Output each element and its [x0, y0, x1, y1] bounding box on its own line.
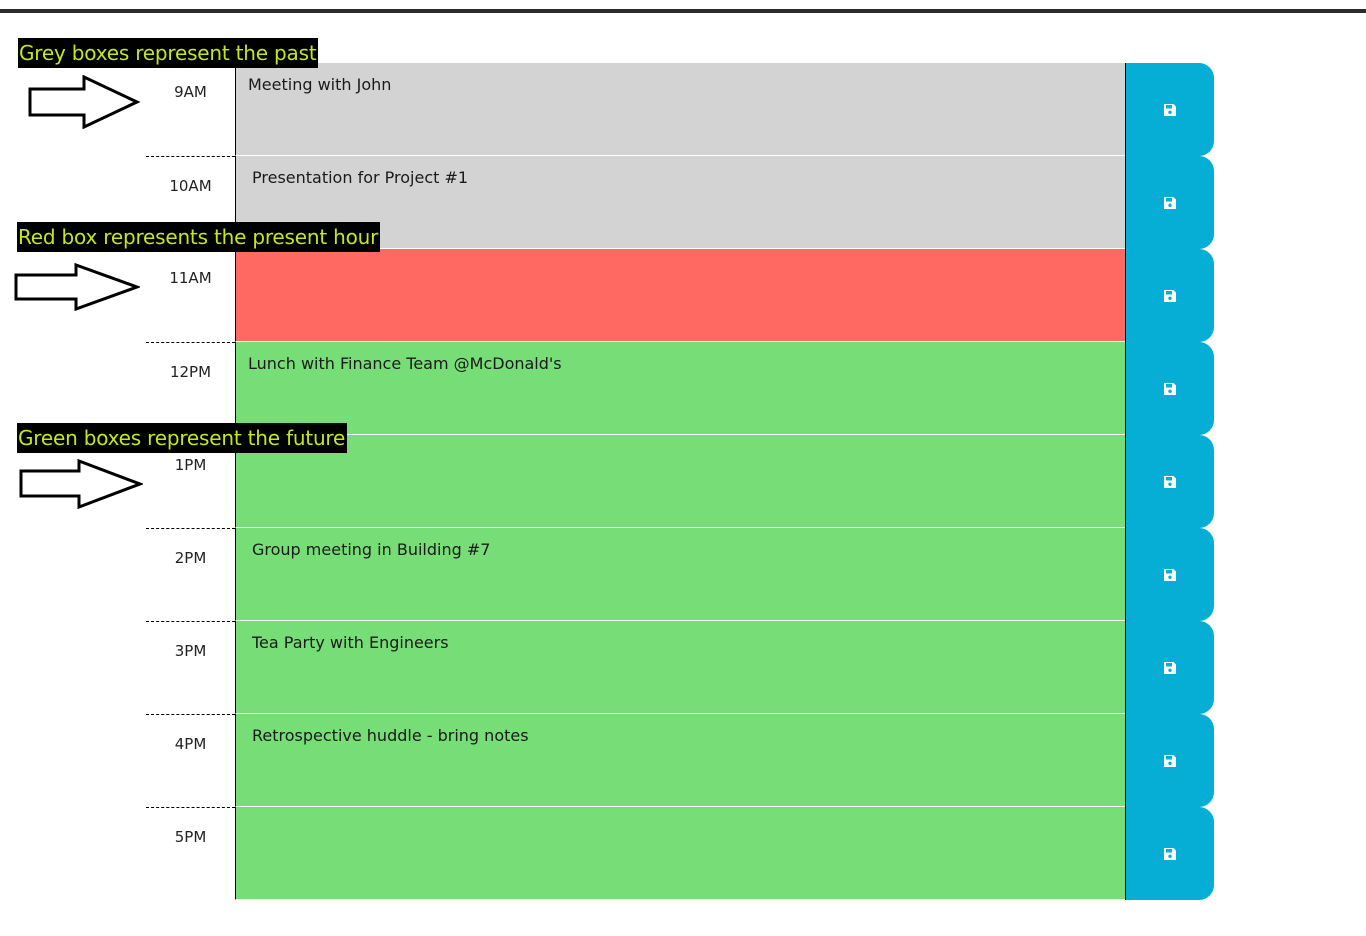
event-text: Group meeting in Building #7 — [252, 540, 491, 559]
hour-cell: 5PM — [146, 807, 235, 900]
hour-cell: 12PM — [146, 342, 235, 435]
hour-cell: 2PM — [146, 528, 235, 621]
save-button[interactable] — [1125, 621, 1214, 714]
save-icon — [1164, 568, 1176, 581]
event-text: Lunch with Finance Team @McDonald's — [248, 354, 562, 373]
hour-cell: 4PM — [146, 714, 235, 807]
save-button[interactable] — [1125, 63, 1214, 156]
save-icon — [1164, 382, 1176, 395]
event-text: Tea Party with Engineers — [252, 633, 449, 652]
hour-cell: 3PM — [146, 621, 235, 714]
hour-label: 9AM — [174, 83, 207, 101]
time-block-row: 2PM Group meeting in Building #7 — [146, 528, 1214, 621]
save-button[interactable] — [1125, 807, 1214, 900]
event-textarea[interactable]: Meeting with John — [235, 63, 1126, 156]
save-button[interactable] — [1125, 714, 1214, 807]
save-button[interactable] — [1125, 342, 1214, 435]
annotation-present: Red box represents the present hour — [17, 222, 381, 252]
save-icon — [1164, 289, 1176, 302]
time-block-row: 12PM Lunch with Finance Team @McDonald's — [146, 342, 1214, 435]
event-textarea[interactable]: Retrospective huddle - bring notes — [235, 714, 1126, 807]
time-block-row: 3PM Tea Party with Engineers — [146, 621, 1214, 714]
arrow-right-icon — [28, 75, 140, 129]
save-icon — [1164, 103, 1176, 116]
arrow-right-icon — [14, 263, 140, 311]
planner-page: 9AM Meeting with John 10AM Presentation … — [0, 0, 1366, 936]
hour-cell: 9AM — [146, 63, 235, 156]
save-button[interactable] — [1125, 435, 1214, 528]
save-button[interactable] — [1125, 249, 1214, 342]
event-textarea[interactable]: Group meeting in Building #7 — [235, 528, 1126, 621]
event-text: Meeting with John — [248, 75, 392, 94]
arrow-right-icon — [19, 459, 143, 509]
annotation-past: Grey boxes represent the past — [18, 38, 319, 68]
event-textarea[interactable]: Tea Party with Engineers — [235, 621, 1126, 714]
event-text: Presentation for Project #1 — [252, 168, 469, 187]
hour-cell: 11AM — [146, 249, 235, 342]
hour-label: 11AM — [169, 269, 212, 287]
time-block-row: 11AM — [146, 249, 1214, 342]
hour-label: 12PM — [169, 363, 212, 381]
header-divider — [0, 9, 1366, 13]
event-text: Retrospective huddle - bring notes — [252, 726, 529, 745]
hour-label: 10AM — [169, 177, 212, 195]
event-textarea[interactable]: Lunch with Finance Team @McDonald's — [235, 342, 1126, 435]
hour-label: 3PM — [174, 642, 207, 660]
event-textarea[interactable] — [235, 435, 1126, 528]
hour-label: 2PM — [174, 549, 207, 567]
save-icon — [1164, 475, 1176, 488]
time-block-row: 5PM — [146, 807, 1214, 900]
save-button[interactable] — [1125, 156, 1214, 249]
save-icon — [1164, 847, 1176, 860]
hour-label: 5PM — [174, 828, 207, 846]
event-textarea[interactable] — [235, 807, 1126, 900]
annotation-future: Green boxes represent the future — [17, 423, 348, 453]
time-block-row: 4PM Retrospective huddle - bring notes — [146, 714, 1214, 807]
save-icon — [1164, 754, 1176, 767]
time-block-row: 9AM Meeting with John — [146, 63, 1214, 156]
hour-label: 4PM — [174, 735, 207, 753]
save-button[interactable] — [1125, 528, 1214, 621]
hour-label: 1PM — [174, 456, 207, 474]
save-icon — [1164, 196, 1176, 209]
event-textarea[interactable] — [235, 249, 1126, 342]
save-icon — [1164, 661, 1176, 674]
